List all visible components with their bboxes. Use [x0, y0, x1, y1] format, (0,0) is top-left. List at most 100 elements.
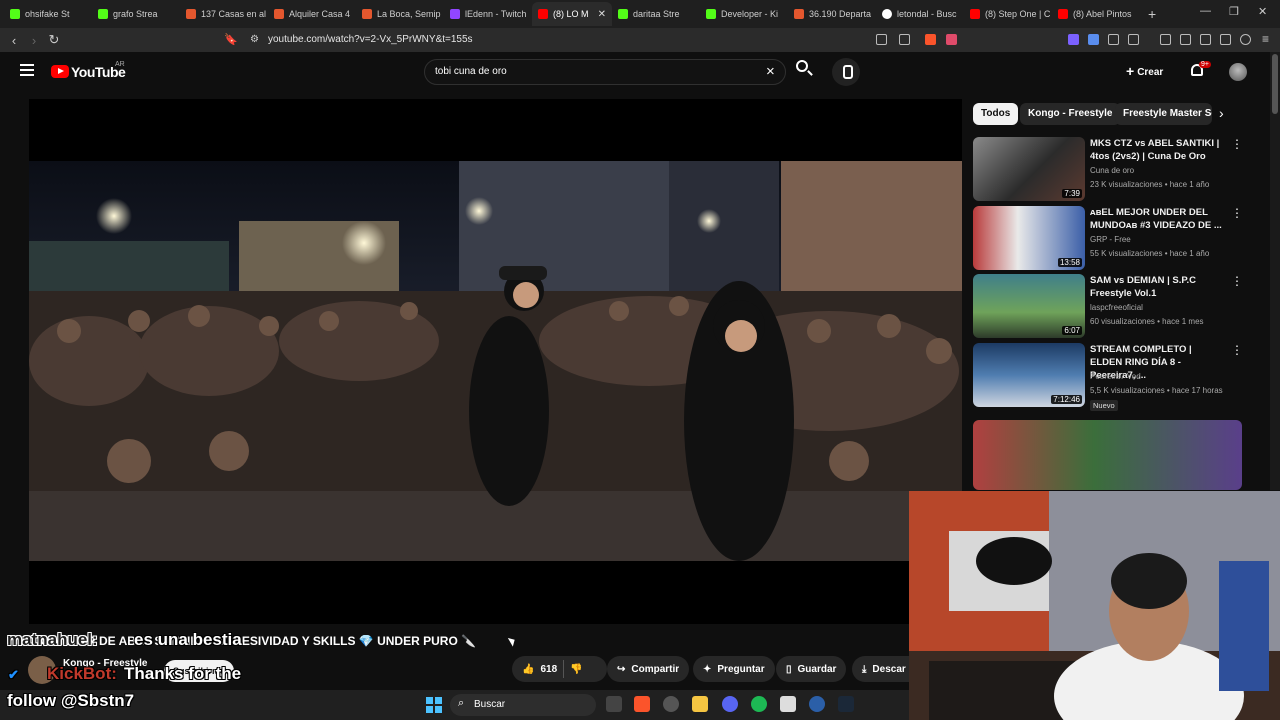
- recommendation-item[interactable]: 13:58 ᴀʙEL MEJOR UNDER DEL MUNDOᴀʙ #3 VI…: [973, 206, 1243, 270]
- browser-tab[interactable]: daritaa Stre: [612, 2, 700, 26]
- search-icon[interactable]: [796, 60, 808, 72]
- discord-icon[interactable]: [722, 696, 738, 712]
- recommendation-item[interactable]: 7:12:46 STREAM COMPLETO | ELDEN RING DÍA…: [973, 343, 1243, 413]
- twitch-icon: [450, 9, 460, 19]
- windows-start-icon[interactable]: [426, 697, 442, 713]
- divider: [563, 660, 565, 678]
- video-thumbnail[interactable]: 6:07: [973, 274, 1085, 338]
- browser-tab[interactable]: Alquiler Casa 4: [268, 2, 356, 26]
- forward-icon[interactable]: ›: [24, 33, 44, 48]
- more-options-icon[interactable]: ⋮: [1231, 343, 1243, 357]
- obs-icon[interactable]: [663, 696, 679, 712]
- save-button[interactable]: ▯ Guardar: [776, 656, 847, 682]
- browser-tab[interactable]: 137 Casas en al: [180, 2, 268, 26]
- channel-name[interactable]: GRP - Free: [1090, 235, 1131, 244]
- chat-bot-message: Thanks for the: [124, 664, 242, 683]
- browser-tab[interactable]: letondal - Busc: [876, 2, 964, 26]
- url-field[interactable]: youtube.com/watch?v=2-Vx_5PrWNY&t=155s: [268, 34, 473, 45]
- ask-label: Preguntar: [717, 663, 765, 675]
- cast-icon[interactable]: [876, 34, 887, 45]
- extensions-puzzle-icon[interactable]: [1108, 34, 1119, 45]
- channel-name[interactable]: Cuna de oro: [1090, 166, 1134, 175]
- leo-icon[interactable]: [1220, 34, 1231, 45]
- browser-menu-icon[interactable]: ≡: [1262, 32, 1269, 46]
- maximize-icon[interactable]: ❐: [1229, 5, 1239, 18]
- search-input[interactable]: tobi cuna de oro ×: [424, 59, 786, 85]
- channel-name[interactable]: Peereira7 Vod: [1090, 372, 1141, 381]
- video-title[interactable]: SAM vs DEMIAN | S.P.C Freestyle Vol.1: [1090, 274, 1225, 300]
- extension-icon[interactable]: [1088, 34, 1099, 45]
- thumbs-down-icon[interactable]: 👎: [570, 664, 582, 675]
- more-options-icon[interactable]: ⋮: [1231, 137, 1243, 151]
- recommendation-item[interactable]: 6:07 SAM vs DEMIAN | S.P.C Freestyle Vol…: [973, 274, 1243, 338]
- page-scrollbar[interactable]: [1270, 52, 1280, 490]
- ask-button[interactable]: ✦ Preguntar: [693, 656, 775, 682]
- close-tab-icon[interactable]: ✕: [598, 9, 606, 20]
- save-playlist-icon: ▯: [786, 663, 792, 675]
- browser-tab[interactable]: 36.190 Departa: [788, 2, 876, 26]
- browser-tab[interactable]: (8) Step One | C: [964, 2, 1052, 26]
- bookmark-icon[interactable]: 🔖: [224, 33, 238, 46]
- browser-tab[interactable]: La Boca, Semip: [356, 2, 444, 26]
- chip-all[interactable]: Todos: [973, 103, 1019, 125]
- extension-icon[interactable]: [1068, 34, 1079, 45]
- share-button[interactable]: ↪ Compartir: [607, 656, 690, 682]
- browser-tab[interactable]: lEdenn - Twitch: [444, 2, 532, 26]
- wallet-icon[interactable]: [1200, 34, 1211, 45]
- browser-tab[interactable]: Developer - Ki: [700, 2, 788, 26]
- app-icon[interactable]: [809, 696, 825, 712]
- browser-tab-active[interactable]: (8) LO M ✕: [532, 2, 612, 26]
- microphone-icon[interactable]: [832, 58, 860, 86]
- close-window-icon[interactable]: ✕: [1258, 5, 1267, 18]
- video-thumbnail[interactable]: 13:58: [973, 206, 1085, 270]
- clear-search-icon[interactable]: ×: [766, 63, 775, 80]
- brave-rewards-icon[interactable]: [946, 34, 957, 45]
- video-title[interactable]: ᴀʙEL MEJOR UNDER DEL MUNDOᴀʙ #3 VIDEAZO …: [1090, 206, 1225, 232]
- back-icon[interactable]: ‹: [4, 33, 24, 48]
- hamburger-menu-icon[interactable]: [20, 64, 34, 76]
- browser-tab[interactable]: ohsifake St: [4, 2, 92, 26]
- more-options-icon[interactable]: ⋮: [1231, 274, 1243, 288]
- site-icon: [186, 9, 196, 19]
- shorts-thumbnail-row[interactable]: [973, 420, 1242, 490]
- like-count[interactable]: 618: [540, 664, 557, 675]
- chip-channel[interactable]: Kongo - Freestyle: [1020, 103, 1121, 125]
- task-view-icon[interactable]: [606, 696, 622, 712]
- chip-topic[interactable]: Freestyle Master Se: [1115, 103, 1212, 125]
- video-thumbnail[interactable]: 7:39: [973, 137, 1085, 201]
- more-options-icon[interactable]: ⋮: [1231, 206, 1243, 220]
- recommendation-item[interactable]: 7:39 MKS CTZ vs ABEL SANTIKI | 4tos (2vs…: [973, 137, 1243, 201]
- sidebar-icon[interactable]: [1180, 34, 1191, 45]
- youtube-icon: [1058, 9, 1068, 19]
- user-avatar[interactable]: [1229, 63, 1247, 81]
- brave-shield-icon[interactable]: [925, 34, 936, 45]
- video-duration: 7:12:46: [1051, 395, 1082, 404]
- site-info-icon[interactable]: ⚙: [250, 34, 259, 45]
- vpn-icon[interactable]: [1240, 34, 1251, 45]
- reload-icon[interactable]: ↻: [44, 32, 64, 48]
- kick-icon: [618, 9, 628, 19]
- media-icon[interactable]: [1160, 34, 1171, 45]
- taskbar-search-input[interactable]: Buscar: [450, 694, 596, 716]
- browser-tab[interactable]: (8) Abel Pintos: [1052, 2, 1140, 26]
- video-thumbnail[interactable]: 7:12:46: [973, 343, 1085, 407]
- steam-icon[interactable]: [838, 696, 854, 712]
- download-label: Descar: [872, 663, 906, 675]
- brave-browser-icon[interactable]: [634, 696, 650, 712]
- share-icon[interactable]: [899, 34, 910, 45]
- download-button[interactable]: ⤓ Descar: [852, 656, 909, 682]
- channel-name[interactable]: laspcfreeoficial: [1090, 303, 1143, 312]
- browser-tab-strip: ohsifake St grafo Strea 137 Casas en al …: [0, 0, 1280, 28]
- thumbs-up-icon[interactable]: 👍: [522, 664, 534, 675]
- chevron-right-icon[interactable]: ›: [1219, 105, 1224, 121]
- create-button[interactable]: + Crear: [1126, 63, 1163, 79]
- browser-tab[interactable]: grafo Strea: [92, 2, 180, 26]
- file-explorer-icon[interactable]: [692, 696, 708, 712]
- youtube-logo-icon[interactable]: [51, 65, 69, 78]
- app-icon[interactable]: [780, 696, 796, 712]
- spotify-icon[interactable]: [751, 696, 767, 712]
- video-title[interactable]: MKS CTZ vs ABEL SANTIKI | 4tos (2vs2) | …: [1090, 137, 1225, 163]
- screenshot-icon[interactable]: [1128, 34, 1139, 45]
- minimize-icon[interactable]: —: [1200, 5, 1211, 17]
- new-tab-icon[interactable]: +: [1148, 6, 1156, 22]
